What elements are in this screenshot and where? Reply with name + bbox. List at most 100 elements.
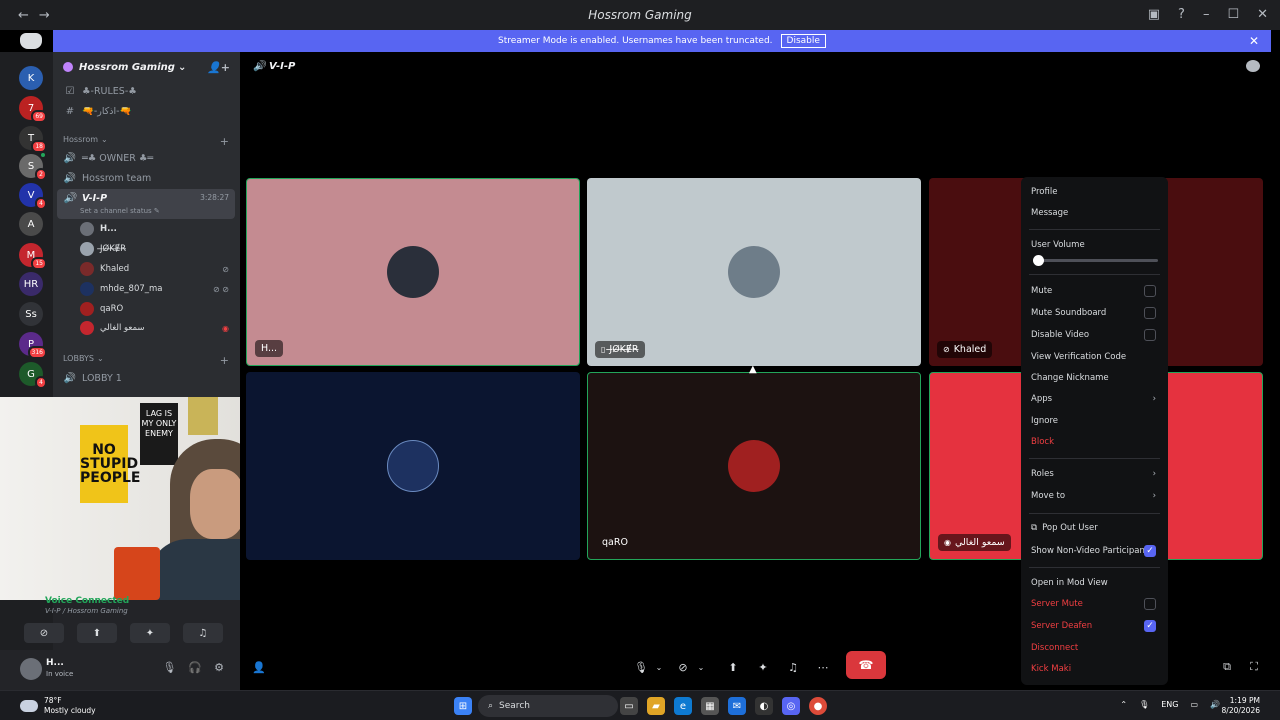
menu-apps[interactable]: Apps › — [1031, 394, 1158, 404]
menu-move-to[interactable]: Move to › — [1031, 491, 1158, 501]
discord-icon[interactable]: ◎ — [782, 697, 800, 715]
screen-share-button[interactable]: ⬆ — [77, 623, 117, 643]
server-icon[interactable]: A — [19, 212, 43, 236]
add-channel-icon[interactable]: + — [220, 135, 229, 148]
participant-tile[interactable]: ▯ J̶Ø̶K̶Ɇ̶R̶ — [587, 178, 921, 366]
voice-connected-subtitle[interactable]: V-I-P / Hossrom Gaming — [45, 607, 128, 615]
guild-header[interactable]: Hossrom Gaming ⌄ 👤+ — [53, 52, 240, 82]
menu-mute-soundboard[interactable]: Mute Soundboard — [1031, 307, 1158, 319]
user-volume-slider[interactable] — [1033, 255, 1158, 266]
category-hossrom[interactable]: Hossrom ⌄ + — [63, 135, 233, 148]
menu-disable-video[interactable]: Disable Video — [1031, 329, 1158, 341]
chevron-down-icon[interactable]: ⌄ — [696, 656, 706, 678]
menu-ignore[interactable]: Ignore — [1031, 416, 1158, 426]
category-lobbys[interactable]: LOBBYS ⌄ + — [63, 354, 233, 367]
banner-close-icon[interactable]: ✕ — [1249, 34, 1259, 48]
chrome-icon[interactable]: ● — [809, 697, 827, 715]
voice-user[interactable]: سمعو الغالي ◉ — [80, 319, 235, 337]
chevron-up-icon[interactable]: ⌃ — [1120, 700, 1127, 709]
mute-soundboard-checkbox[interactable] — [1144, 307, 1156, 319]
close-icon[interactable]: ✕ — [1257, 7, 1268, 22]
invite-icon[interactable]: 👤 — [252, 656, 266, 678]
slider-knob[interactable] — [1033, 255, 1044, 266]
screen-share-icon[interactable]: ⬆ — [726, 656, 740, 678]
channel-status-line[interactable]: Set a channel status ✎ — [80, 207, 160, 215]
voice-user[interactable]: mhde_807_ma ⊘ ⊘ — [80, 280, 235, 298]
maximize-icon[interactable]: ☐ — [1227, 7, 1239, 22]
server-icon[interactable]: V4 — [19, 183, 47, 210]
activities-button[interactable]: ✦ — [130, 623, 170, 643]
menu-disconnect[interactable]: Disconnect — [1031, 643, 1158, 653]
discord-logo-icon[interactable] — [20, 33, 42, 49]
server-icon[interactable]: HR — [19, 272, 43, 296]
server-icon[interactable]: S2 — [19, 151, 47, 181]
menu-block[interactable]: Block — [1031, 437, 1158, 447]
volume-icon[interactable]: 🔊 — [1210, 700, 1220, 709]
minimize-icon[interactable]: – — [1203, 7, 1210, 22]
server-icon[interactable]: K — [19, 66, 43, 90]
avatar[interactable] — [20, 658, 42, 680]
app-icon[interactable]: ◐ — [755, 697, 773, 715]
menu-mute[interactable]: Mute — [1031, 285, 1158, 297]
server-mute-checkbox[interactable] — [1144, 598, 1156, 610]
fullscreen-icon[interactable]: ⛶ — [1247, 656, 1261, 678]
server-icon[interactable]: G4 — [19, 362, 47, 389]
menu-message[interactable]: Message — [1031, 208, 1158, 218]
microphone-icon[interactable]: 🎙 — [1139, 700, 1149, 709]
voice-user[interactable]: H... — [80, 220, 235, 238]
server-icon[interactable]: T 18 — [19, 126, 47, 153]
language-indicator[interactable]: ENG — [1161, 700, 1178, 709]
edge-icon[interactable]: e — [674, 697, 692, 715]
channel-text[interactable]: # 🔫-اذكار-🔫 — [57, 101, 235, 121]
add-channel-icon[interactable]: + — [220, 354, 229, 367]
mail-icon[interactable]: ✉ — [728, 697, 746, 715]
gear-icon[interactable]: ⚙ — [214, 661, 224, 674]
participant-tile[interactable] — [246, 372, 580, 560]
menu-roles[interactable]: Roles › — [1031, 469, 1158, 479]
network-icon[interactable]: ▭ — [1190, 700, 1198, 709]
server-deafen-checkbox[interactable]: ✓ — [1144, 620, 1156, 632]
channel-rules[interactable]: ☑ ♣-RULES-♣ — [57, 81, 235, 101]
participant-tile[interactable]: qaRO — [587, 372, 921, 560]
participant-tile[interactable]: H... — [246, 178, 580, 366]
menu-change-nickname[interactable]: Change Nickname — [1031, 373, 1158, 383]
menu-mod-view[interactable]: Open in Mod View — [1031, 578, 1158, 588]
show-non-video-checkbox[interactable]: ✓ — [1144, 545, 1156, 557]
chat-icon[interactable] — [1246, 60, 1260, 72]
task-view-icon[interactable]: ▭ — [620, 697, 638, 715]
soundboard-button[interactable]: ♫ — [183, 623, 223, 643]
voice-user[interactable]: Khaled ⊘ — [80, 260, 235, 278]
mute-checkbox[interactable] — [1144, 285, 1156, 297]
more-icon[interactable]: ⋯ — [816, 656, 830, 678]
channel-owner[interactable]: 🔊 ═♣ OWNER ♣═ — [57, 148, 235, 168]
file-explorer-icon[interactable]: ▰ — [647, 697, 665, 715]
menu-verification-code[interactable]: View Verification Code — [1031, 352, 1158, 362]
weather-widget[interactable]: 78°F Mostly cloudy — [20, 696, 96, 716]
help-icon[interactable]: ? — [1178, 7, 1185, 22]
microphone-icon[interactable]: 🎙 — [162, 661, 176, 674]
camera-toggle-button[interactable]: ⊘ — [24, 623, 64, 643]
video-off-icon[interactable]: ⊘ — [676, 656, 690, 678]
disconnect-call-button[interactable]: ☎ — [846, 651, 886, 679]
menu-server-deafen[interactable]: Server Deafen ✓ — [1031, 620, 1158, 632]
chevron-down-icon[interactable]: ⌄ — [654, 656, 664, 678]
disable-streamer-button[interactable]: Disable — [780, 34, 826, 48]
activities-icon[interactable]: ✦ — [756, 656, 770, 678]
clock[interactable]: 1:19 PM 8/20/2026 — [1222, 696, 1260, 716]
inbox-icon[interactable]: ▣ — [1148, 7, 1160, 22]
menu-show-non-video[interactable]: Show Non-Video Participants ✓ — [1031, 545, 1158, 557]
server-icon[interactable]: Ss — [19, 302, 43, 326]
channel-lobby1[interactable]: 🔊 LOBBY 1 — [57, 368, 235, 388]
server-icon[interactable]: 7 69 — [19, 96, 47, 123]
voice-user[interactable]: J̶Ø̶K̶Ɇ̶R̶ — [80, 240, 235, 258]
server-icon[interactable]: P 316 — [19, 332, 47, 359]
menu-kick[interactable]: Kick Maki — [1031, 664, 1158, 674]
server-icon[interactable]: M 15 — [19, 243, 47, 270]
taskbar-search[interactable]: ⌕ Search — [478, 695, 618, 717]
windows-start-icon[interactable]: ⊞ — [454, 697, 472, 715]
channel-team[interactable]: 🔊 Hossrom team — [57, 168, 235, 188]
add-user-icon[interactable]: 👤+ — [207, 61, 230, 74]
pop-out-icon[interactable]: ⧉ — [1220, 656, 1234, 678]
menu-pop-out-user[interactable]: ⧉ Pop Out User — [1031, 523, 1158, 533]
menu-profile[interactable]: Profile — [1031, 187, 1158, 197]
